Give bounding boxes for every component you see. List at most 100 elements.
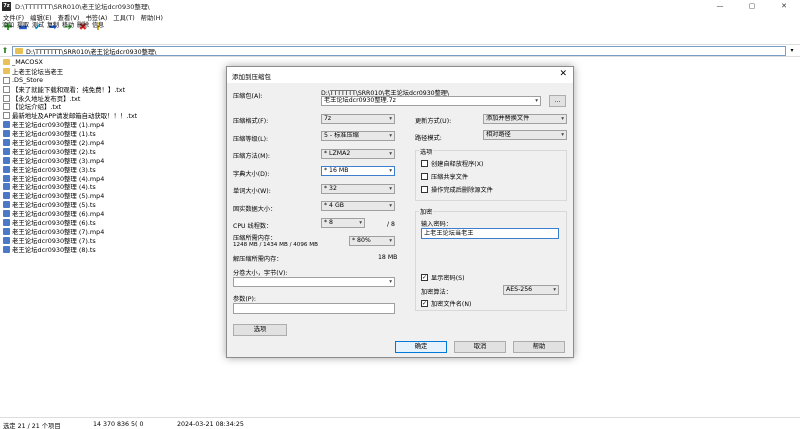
solid-combo[interactable]: * 4 GB ▾ (321, 201, 395, 211)
file-name: 老王论坛dcr0930整理 (5).mp4 (12, 192, 105, 201)
archive-label: 压缩包(A): (233, 93, 263, 100)
file-name: .DS_Store (12, 76, 44, 85)
list-item[interactable]: 老王论坛dcr0930整理 (3).ts (0, 165, 230, 174)
list-item[interactable]: 老王论坛dcr0930整理 (8).ts (0, 245, 230, 254)
minimize-button[interactable]: — (704, 0, 736, 12)
list-item[interactable]: 老王论坛dcr0930整理 (6).ts (0, 218, 230, 227)
chevron-down-icon: ▾ (389, 168, 392, 174)
list-item[interactable]: _MACOSX (0, 58, 230, 67)
archive-name-combo[interactable]: 老王论坛dcr0930整理.7z ▾ (321, 96, 541, 106)
toolbar-button-2[interactable]: ✔ 测试 (31, 22, 45, 44)
method-combo[interactable]: * LZMA2 ▾ (321, 149, 395, 159)
shared-checkbox[interactable]: 压缩共享文件 (421, 172, 468, 181)
folder-icon (3, 59, 10, 66)
address-field[interactable]: D:\TTTTTTT\SRR010\老王论坛dcr0930整理\ (12, 46, 786, 56)
list-item[interactable]: 老王论坛dcr0930整理 (7).mp4 (0, 227, 230, 236)
show-password-checkbox[interactable]: ✓ 显示密码(S) (421, 273, 465, 282)
split-combo[interactable]: ▾ (233, 277, 395, 287)
toolbar-button-6[interactable]: i 信息 (91, 22, 105, 44)
menu-help[interactable]: 帮助(H) (141, 13, 163, 22)
path-mode-combo[interactable]: 相对路径 ▾ (483, 130, 567, 140)
list-item[interactable]: 老王论坛dcr0930整理 (2).mp4 (0, 138, 230, 147)
delete-source-checkbox[interactable]: 操作完成后删除源文件 (421, 185, 493, 194)
sfx-checkbox[interactable]: 创建自释放程序(X) (421, 159, 483, 168)
file-name: _MACOSX (12, 58, 43, 67)
list-item[interactable]: 【论坛介绍】.txt (0, 102, 230, 111)
chevron-down-icon: ▾ (561, 132, 564, 138)
help-button[interactable]: 帮助 (513, 341, 565, 353)
list-item[interactable]: 老王论坛dcr0930整理 (2).ts (0, 147, 230, 156)
check-icon: ✓ (421, 274, 428, 281)
list-item[interactable]: 老王论坛dcr0930整理 (3).mp4 (0, 156, 230, 165)
password-input[interactable]: 上老王论坛当老王 (421, 228, 559, 239)
list-item[interactable]: 最新地址及APP请发邮箱自动获取！！！.txt (0, 111, 230, 120)
toolbar-button-3[interactable]: ➡ 复制 (46, 22, 60, 44)
show-password-label: 显示密码(S) (431, 275, 465, 282)
list-item[interactable]: 老王论坛dcr0930整理 (5).mp4 (0, 191, 230, 200)
ok-button[interactable]: 确定 (395, 341, 447, 353)
params-input[interactable] (233, 303, 395, 314)
sfx-label: 创建自释放程序(X) (431, 161, 484, 168)
chevron-down-icon: ▾ (553, 287, 556, 293)
threads-value: * 8 (324, 219, 333, 226)
add-to-archive-dialog: 添加到压缩包 ✕ 压缩包(A): D:\TTTTTTT\SRR010\老王论坛d… (226, 66, 574, 358)
toolbar-button-1[interactable]: ▬ 提取 (16, 22, 30, 44)
status-date: 2024-03-21 08:34:25 (177, 421, 244, 428)
close-button[interactable]: ✕ (768, 0, 800, 12)
toolbar-label: 复制 (46, 22, 59, 29)
close-icon[interactable]: ✕ (559, 69, 567, 79)
toolbar-button-4[interactable]: ➔ 移动 (61, 22, 75, 44)
list-item[interactable]: 老王论坛dcr0930整理 (7).ts (0, 236, 230, 245)
list-item[interactable]: 上老王论坛当老王 (0, 67, 230, 76)
menu-view[interactable]: 查看(V) (58, 13, 80, 22)
level-combo[interactable]: 5 - 标准压缩 ▾ (321, 131, 395, 141)
options-button[interactable]: 选项 (233, 324, 287, 336)
chevron-down-icon[interactable]: ▾ (786, 46, 798, 56)
shared-label: 压缩共享文件 (431, 174, 469, 181)
list-item[interactable]: 老王论坛dcr0930整理 (6).mp4 (0, 209, 230, 218)
threads-combo[interactable]: * 8 ▾ (321, 218, 365, 228)
update-label: 更新方式(U): (415, 118, 452, 125)
update-value: 添加并替换文件 (486, 115, 530, 122)
menu-file[interactable]: 文件(F) (3, 13, 24, 22)
memory-percent-value: * 80% (352, 237, 371, 244)
list-item[interactable]: 老王论坛dcr0930整理 (1).ts (0, 129, 230, 138)
file-name: 上老王论坛当老王 (12, 67, 64, 76)
file-name: 老王论坛dcr0930整理 (3).ts (12, 165, 96, 174)
menu-tools[interactable]: 工具(T) (113, 13, 134, 22)
list-item[interactable]: .DS_Store (0, 76, 230, 85)
dict-combo[interactable]: * 16 MB ▾ (321, 166, 395, 176)
toolbar-button-0[interactable]: ✚ 添加 (1, 22, 15, 44)
browse-button[interactable]: ... (549, 95, 566, 107)
list-item[interactable]: 老王论坛dcr0930整理 (5).ts (0, 200, 230, 209)
text-file-icon (3, 76, 10, 84)
memory-percent-combo[interactable]: * 80% ▾ (349, 236, 395, 246)
format-combo[interactable]: 7z ▾ (321, 114, 395, 124)
up-arrow-icon[interactable]: ⬆ (0, 46, 10, 55)
file-name: 老王论坛dcr0930整理 (8).ts (12, 245, 96, 254)
word-combo[interactable]: * 32 ▾ (321, 184, 395, 194)
encrypt-method-combo[interactable]: AES-256 ▾ (503, 285, 559, 295)
encrypt-names-checkbox[interactable]: ✓ 加密文件名(N) (421, 299, 471, 308)
cancel-button[interactable]: 取消 (454, 341, 506, 353)
menu-bookmarks[interactable]: 书签(A) (85, 13, 107, 22)
checkbox-box (421, 173, 428, 180)
options-group-title: 选项 (419, 147, 434, 156)
word-label: 单词大小(W): (233, 188, 271, 195)
file-name: 【来了就能下载和观看：纯免费！】.txt (12, 85, 126, 94)
list-item[interactable]: 老王论坛dcr0930整理 (1).mp4 (0, 120, 230, 129)
maximize-button[interactable]: ▢ (736, 0, 768, 12)
list-item[interactable]: 【永久地址发布页】.txt (0, 94, 230, 103)
update-combo[interactable]: 添加并替换文件 ▾ (483, 114, 567, 124)
list-item[interactable]: 老王论坛dcr0930整理 (4).ts (0, 182, 230, 191)
file-name: 老王论坛dcr0930整理 (6).ts (12, 218, 96, 227)
menu-bar: 文件(F) 编辑(E) 查看(V) 书签(A) 工具(T) 帮助(H) (0, 12, 800, 22)
split-label: 分卷大小，字节(V): (233, 270, 288, 277)
app-icon: 7z (2, 1, 11, 11)
memory-value: 1248 MB / 1434 MB / 4096 MB (233, 242, 318, 248)
list-item[interactable]: 【来了就能下载和观看：纯免费！】.txt (0, 85, 230, 94)
list-item[interactable]: 老王论坛dcr0930整理 (4).mp4 (0, 174, 230, 183)
toolbar-button-5[interactable]: ✖ 删除 (76, 22, 90, 44)
video-file-icon (3, 147, 10, 155)
menu-edit[interactable]: 编辑(E) (30, 13, 52, 22)
